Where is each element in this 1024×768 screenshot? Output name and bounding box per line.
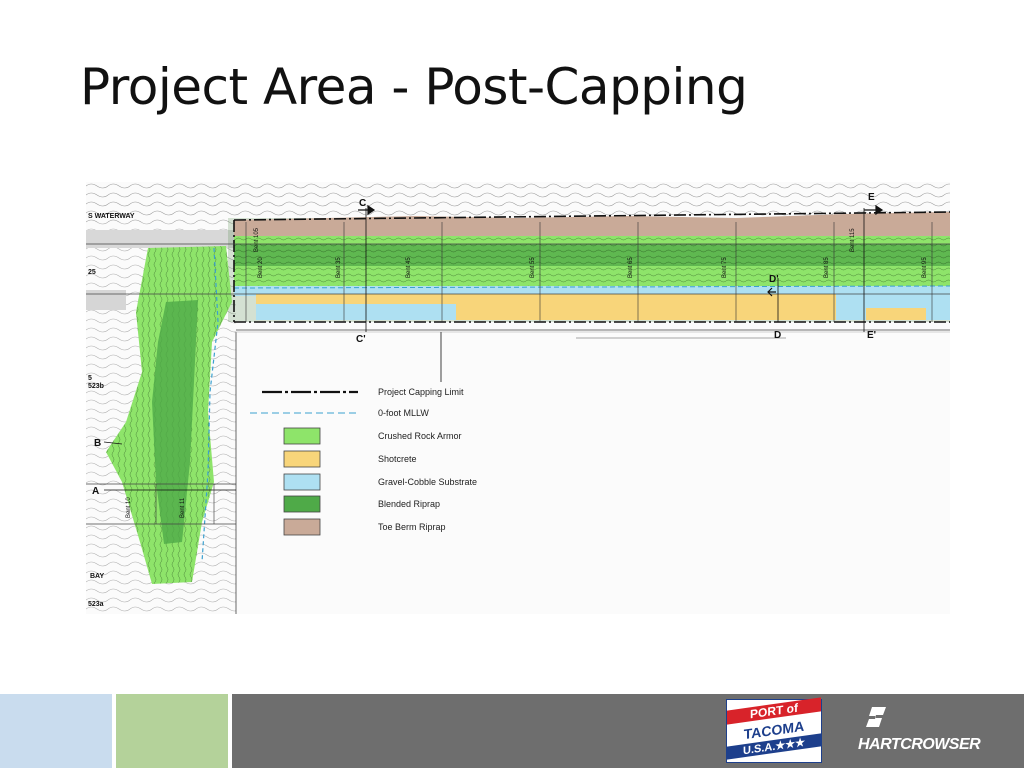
section-c-label: C	[359, 198, 366, 209]
bent-35-label: Bent 35	[336, 257, 342, 278]
side-label-523b: 523b	[88, 383, 104, 390]
legend-crushed-rock-armor: Crushed Rock Armor	[378, 431, 462, 441]
hartcrowser-wordmark: HARTCROWSER	[858, 736, 981, 753]
slide-footer	[0, 694, 1024, 768]
legend-blended-riprap: Blended Riprap	[378, 499, 440, 509]
bent-20-label: Bent 20	[258, 257, 264, 278]
road-band	[86, 230, 236, 248]
bent-55-label: Bent 55	[530, 257, 536, 278]
bent-105-label: Bent 105	[254, 227, 260, 252]
legend-capping-limit: Project Capping Limit	[378, 387, 464, 397]
waterway-label: S WATERWAY	[88, 213, 135, 220]
slide-title: Project Area - Post-Capping	[80, 58, 748, 116]
bent-11-label: Bent 11	[180, 497, 186, 518]
bent-85-label: Bent 85	[824, 257, 830, 278]
shotcrete-area	[456, 294, 836, 320]
section-c-prime-label: C'	[356, 334, 366, 345]
footer-bar-blue	[0, 694, 112, 768]
section-d-prime-label: D'	[769, 274, 779, 285]
bent-95-label: Bent 95	[922, 257, 928, 278]
section-e-prime-label: E'	[867, 330, 876, 341]
section-b-label: B	[94, 438, 101, 449]
legend-shotcrete: Shotcrete	[378, 454, 417, 464]
legend-toe-berm-riprap: Toe Berm Riprap	[378, 522, 446, 532]
legend-gravel-cobble: Gravel-Cobble Substrate	[378, 477, 477, 487]
footer-bar-grey	[232, 694, 1024, 768]
project-area-map: C C' D' D E E' B A Bent 10 Bent 11 Bent …	[86, 182, 950, 614]
bent-115-label: Bent 115	[850, 228, 856, 252]
side-label-523a: 523a	[88, 601, 104, 608]
section-e-label: E	[868, 192, 875, 203]
section-d-label: D	[774, 330, 781, 341]
bent-45-label: Bent 45	[406, 257, 412, 278]
bent-65-label: Bent 65	[628, 257, 634, 278]
bay-label: BAY	[90, 573, 104, 580]
legend-mllw: 0-foot MLLW	[378, 408, 429, 418]
section-a-label: A	[92, 486, 99, 497]
bent-10-label: Bent 10	[126, 497, 132, 518]
bent-75-label: Bent 75	[722, 257, 728, 278]
port-of-tacoma-logo: PORT of TACOMA U.S.A.★★★	[726, 697, 822, 763]
side-label-5: 5	[88, 375, 92, 382]
hartcrowser-logo-icon	[866, 707, 886, 727]
side-label-25: 25	[88, 269, 96, 276]
footer-bar-green	[116, 694, 228, 768]
